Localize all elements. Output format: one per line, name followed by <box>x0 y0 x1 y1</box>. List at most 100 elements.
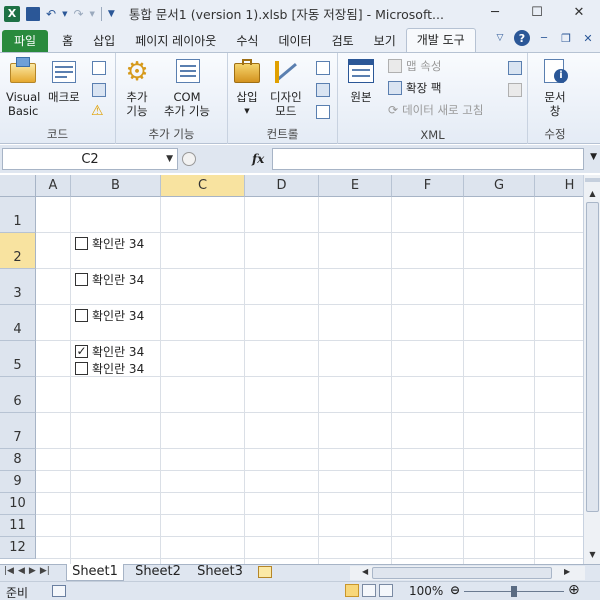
design-mode-button[interactable]: 디자인 모드 <box>270 57 302 118</box>
maximize-button[interactable]: ☐ <box>516 0 558 25</box>
column-header-a[interactable]: A <box>36 175 71 197</box>
tab-insert[interactable]: 삽입 <box>83 30 125 52</box>
help-icon[interactable]: ? <box>514 30 530 46</box>
redo-dropdown-icon[interactable]: ▼ <box>90 10 95 18</box>
form-checkbox[interactable]: 확인란 34 <box>75 307 144 324</box>
expand-formula-bar-icon[interactable]: ▼ <box>590 152 597 162</box>
checkbox-box-checked[interactable]: ✓ <box>75 345 88 358</box>
map-properties-button[interactable]: 맵 속성 <box>388 58 441 74</box>
doc-close-icon[interactable]: ✕ <box>580 30 596 46</box>
doc-restore-icon[interactable]: ❐ <box>558 30 574 46</box>
refresh-data-button[interactable]: ⟳ 데이터 새로 고침 <box>388 102 483 118</box>
checkbox-box[interactable] <box>75 273 88 286</box>
insert-function-button[interactable]: fx <box>252 152 264 166</box>
select-all-button[interactable] <box>0 175 36 197</box>
insert-sheet-icon[interactable] <box>258 566 272 578</box>
minimize-button[interactable]: ─ <box>474 0 516 25</box>
tab-file[interactable]: 파일 <box>2 30 49 52</box>
column-header-g[interactable]: G <box>464 175 535 197</box>
column-header-d[interactable]: D <box>245 175 319 197</box>
form-checkbox[interactable]: 확인란 34 <box>75 271 144 288</box>
scroll-right-button[interactable]: ▶ <box>564 567 570 576</box>
last-sheet-icon[interactable]: ▶| <box>40 566 50 576</box>
form-checkbox-checked[interactable]: ✓ 확인란 34 <box>75 343 144 360</box>
undo-dropdown-icon[interactable]: ▼ <box>62 10 67 18</box>
page-layout-view-icon[interactable] <box>362 584 376 597</box>
checkbox-box[interactable] <box>75 237 88 250</box>
row-header-4[interactable]: 4 <box>0 305 36 341</box>
row-header-5[interactable]: 5 <box>0 341 36 377</box>
name-box[interactable]: C2 ▼ <box>2 148 178 170</box>
row-header-7[interactable]: 7 <box>0 413 36 449</box>
sheet-tab-sheet3[interactable]: Sheet3 <box>190 564 250 581</box>
minimize-ribbon-icon[interactable]: ▽ <box>492 30 508 46</box>
checkbox-box[interactable] <box>75 309 88 322</box>
xml-export-icon[interactable] <box>508 83 522 97</box>
zoom-slider-thumb[interactable] <box>511 586 517 597</box>
checkbox-box[interactable] <box>75 362 88 375</box>
sheet-tab-sheet1[interactable]: Sheet1 <box>66 564 124 581</box>
macro-recording-icon[interactable] <box>52 585 66 597</box>
page-break-view-icon[interactable] <box>379 584 393 597</box>
worksheet-grid[interactable]: A B C D E F G H 1 2 3 4 5 6 7 8 9 10 11 … <box>0 175 583 564</box>
row-header-11[interactable]: 11 <box>0 515 36 537</box>
properties-icon[interactable] <box>316 61 330 75</box>
normal-view-icon[interactable] <box>345 584 359 597</box>
formula-input[interactable] <box>272 148 584 170</box>
redo-icon[interactable]: ↷ <box>73 7 83 21</box>
column-header-b[interactable]: B <box>71 175 161 197</box>
row-header-3[interactable]: 3 <box>0 269 36 305</box>
undo-icon[interactable]: ↶ <box>46 7 56 21</box>
row-header-2[interactable]: 2 <box>0 233 36 269</box>
scroll-down-button[interactable]: ▼ <box>585 546 600 562</box>
record-macro-icon[interactable] <box>92 61 106 75</box>
excel-app-icon[interactable]: X <box>4 5 20 22</box>
form-checkbox[interactable]: 확인란 34 <box>75 360 144 377</box>
column-header-c[interactable]: C <box>161 175 245 197</box>
xml-import-icon[interactable] <box>508 61 522 75</box>
formula-bar-resize-handle[interactable] <box>182 152 196 166</box>
sheet-tab-sheet2[interactable]: Sheet2 <box>128 564 188 581</box>
scroll-up-button[interactable]: ▲ <box>585 185 600 201</box>
row-header-8[interactable]: 8 <box>0 449 36 471</box>
row-header-12[interactable]: 12 <box>0 537 36 559</box>
view-code-icon[interactable] <box>316 83 330 97</box>
document-panel-button[interactable]: i 문서 창 <box>540 57 570 118</box>
expansion-packs-button[interactable]: 확장 팩 <box>388 80 441 96</box>
name-box-dropdown-icon[interactable]: ▼ <box>166 154 173 164</box>
horizontal-scrollbar[interactable]: ◀ ▶ <box>350 566 585 580</box>
first-sheet-icon[interactable]: |◀ <box>4 566 14 576</box>
column-header-e[interactable]: E <box>319 175 392 197</box>
scroll-thumb[interactable] <box>586 202 599 512</box>
horizontal-scroll-thumb[interactable] <box>372 567 552 579</box>
run-dialog-icon[interactable] <box>316 105 330 119</box>
tab-page-layout[interactable]: 페이지 레이아웃 <box>125 30 226 52</box>
com-addins-button[interactable]: COM 추가 기능 <box>164 57 210 118</box>
xml-source-button[interactable]: 원본 <box>346 57 376 104</box>
tab-view[interactable]: 보기 <box>364 30 406 52</box>
relative-reference-icon[interactable] <box>92 83 106 97</box>
insert-control-button[interactable]: 삽입 ▼ <box>232 57 262 118</box>
row-header-6[interactable]: 6 <box>0 377 36 413</box>
next-sheet-icon[interactable]: ▶ <box>29 566 36 576</box>
macro-button[interactable]: 매크로 <box>48 57 80 104</box>
row-header-9[interactable]: 9 <box>0 471 36 493</box>
column-header-h[interactable]: H <box>535 175 583 197</box>
zoom-out-button[interactable]: ⊖ <box>450 583 460 597</box>
zoom-in-button[interactable]: ⊕ <box>568 582 580 598</box>
scroll-left-button[interactable]: ◀ <box>362 567 368 576</box>
row-header-1[interactable]: 1 <box>0 197 36 233</box>
row-header-10[interactable]: 10 <box>0 493 36 515</box>
macro-security-icon[interactable]: ⚠ <box>91 103 104 119</box>
prev-sheet-icon[interactable]: ◀ <box>18 566 25 576</box>
tab-home[interactable]: 홈 <box>52 30 83 52</box>
addins-button[interactable]: ⚙ 추가 기능 <box>122 57 152 118</box>
tab-developer[interactable]: 개발 도구 <box>405 28 476 52</box>
customize-qat-icon[interactable]: ▼ <box>108 9 115 19</box>
zoom-level[interactable]: 100% <box>409 584 443 598</box>
close-button[interactable]: ✕ <box>558 0 600 25</box>
visual-basic-button[interactable]: Visual Basic <box>6 57 40 118</box>
tab-formulas[interactable]: 수식 <box>226 30 268 52</box>
doc-minimize-icon[interactable]: ─ <box>536 30 552 46</box>
column-header-f[interactable]: F <box>392 175 464 197</box>
